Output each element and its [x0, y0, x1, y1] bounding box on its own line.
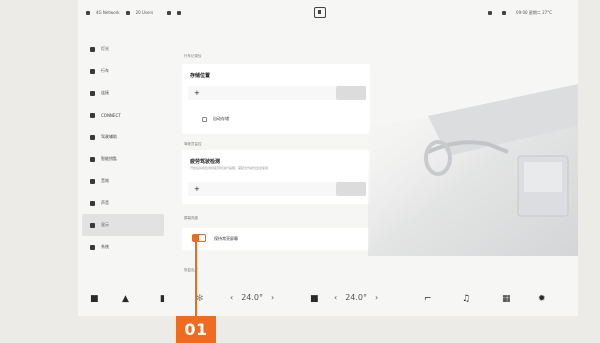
- auto-save-checkbox[interactable]: 自动存储: [202, 116, 229, 122]
- display-icon: [90, 222, 95, 228]
- status-left-item-1: 4G Network: [96, 10, 120, 15]
- user-icon: [125, 10, 130, 15]
- sidebar-item-connect-app[interactable]: CONNECT: [82, 104, 164, 126]
- callout-line: [195, 240, 197, 320]
- gear-icon: [90, 244, 95, 250]
- fatigue-card: 疲劳驾驶检测 开启后将在检测到疲劳时进行提醒，需配合驾驶员监控使用 +: [182, 150, 370, 204]
- sidebar-item-driving[interactable]: 行车: [82, 60, 164, 82]
- left-temp-down[interactable]: ‹: [230, 293, 233, 302]
- seat-heat-icon[interactable]: ▮: [160, 294, 165, 304]
- storage-card: 存储位置 + 自动存储: [182, 64, 370, 134]
- section-title-monitor: 驾驶员监控: [184, 142, 202, 146]
- fatigue-subtitle: 开启后将在检测到疲劳时进行提醒，需配合驾驶员监控使用: [190, 166, 269, 170]
- app-icon: [90, 112, 95, 118]
- left-temp-control[interactable]: ‹ 24.0° ›: [230, 293, 274, 302]
- light-icon: [90, 46, 95, 52]
- sidebar-item-display[interactable]: 显示: [82, 214, 164, 236]
- steering-icon: [90, 134, 95, 140]
- sidebar-item-label: 显示: [101, 222, 109, 227]
- car-interior-illustration: [368, 84, 578, 256]
- checkbox-icon: [202, 116, 207, 122]
- battery-icon: [502, 11, 507, 15]
- status-bar: 4G Network 20 Users 09:00 星期二 27°C: [78, 0, 578, 24]
- screen-on-card: 保持常亮屏幕: [182, 228, 370, 250]
- seat-icon[interactable]: ⌐: [424, 294, 432, 304]
- location-icon: [488, 11, 493, 15]
- home-screen-icon[interactable]: [314, 7, 326, 18]
- sidebar-item-sound[interactable]: 声音: [82, 192, 164, 214]
- sidebar-item-assist[interactable]: 驾驶辅助: [82, 126, 164, 148]
- sidebar-item-label: CONNECT: [101, 112, 121, 118]
- right-temp-down[interactable]: ‹: [334, 293, 337, 302]
- callout-label: 01: [176, 316, 216, 343]
- status-left: 4G Network 20 Users: [86, 10, 182, 15]
- sidebar-item-label: 音效: [101, 178, 109, 183]
- right-temp-value: 24.0°: [345, 293, 368, 302]
- audio-icon: [90, 178, 95, 184]
- key-icon: [90, 156, 95, 162]
- sidebar-item-audio[interactable]: 音效: [82, 170, 164, 192]
- home-icon[interactable]: ■: [90, 294, 99, 304]
- sidebar-item-label: 驾驶辅助: [101, 134, 117, 139]
- car-icon[interactable]: ▲: [122, 294, 129, 304]
- sidebar-item-label: 系统: [101, 244, 109, 249]
- storage-value: +: [194, 89, 200, 97]
- section-title-recorder: 行车记录仪: [184, 54, 202, 58]
- section-title-brightness: 屏幕亮度: [184, 216, 198, 220]
- signal-icon: [86, 10, 90, 15]
- climate-icon[interactable]: ■: [310, 294, 319, 304]
- status-left-item-2: 20 Users: [135, 10, 154, 15]
- bottom-control-bar: ■ ▲ ▮ ✻ ‹ 24.0° › ■ ‹ 24.0° › ⌐ ♫ ▦ ✹: [78, 284, 578, 316]
- sidebar-item-key[interactable]: 智能钥匙: [82, 148, 164, 170]
- right-temp-up[interactable]: ›: [375, 293, 378, 302]
- left-temp-value: 24.0°: [241, 293, 264, 302]
- right-temp-control[interactable]: ‹ 24.0° ›: [334, 293, 378, 302]
- sidebar-item-connect[interactable]: 连接: [82, 82, 164, 104]
- fatigue-button[interactable]: [336, 182, 366, 196]
- storage-title: 存储位置: [190, 73, 211, 79]
- storage-button[interactable]: [336, 86, 366, 100]
- status-right: 09:00 星期二 27°C: [488, 10, 552, 16]
- sidebar-item-lights[interactable]: 灯光: [82, 38, 164, 60]
- apps-grid-icon[interactable]: ▦: [502, 294, 511, 304]
- sidebar-item-label: 智能钥匙: [101, 156, 117, 161]
- fan-icon[interactable]: ✻: [196, 294, 204, 304]
- left-temp-up[interactable]: ›: [271, 293, 274, 302]
- sidebar-item-system[interactable]: 系统: [82, 236, 164, 258]
- storage-field[interactable]: +: [188, 86, 336, 100]
- infotainment-screen: 4G Network 20 Users 09:00 星期二 27°C 灯光 行车…: [78, 0, 578, 316]
- sidebar-item-label: 灯光: [101, 46, 109, 51]
- fatigue-field[interactable]: +: [188, 182, 336, 196]
- fatigue-value: +: [194, 185, 200, 193]
- link-icon: [90, 90, 95, 96]
- auto-save-label: 自动存储: [213, 116, 229, 121]
- sidebar-item-label: 行车: [101, 68, 109, 73]
- wifi-icon: [167, 10, 172, 15]
- car-icon: [90, 68, 95, 74]
- screen-on-label: 保持常亮屏幕: [214, 236, 238, 241]
- status-time: 09:00 星期二 27°C: [516, 10, 552, 15]
- speaker-icon: [90, 200, 95, 206]
- fatigue-title: 疲劳驾驶检测: [190, 159, 221, 165]
- sidebar-item-label: 连接: [101, 90, 109, 95]
- sidebar-item-label: 声音: [101, 200, 109, 205]
- bluetooth-icon: [177, 10, 182, 15]
- settings-gear-icon[interactable]: ✹: [538, 294, 546, 304]
- music-icon[interactable]: ♫: [462, 294, 470, 304]
